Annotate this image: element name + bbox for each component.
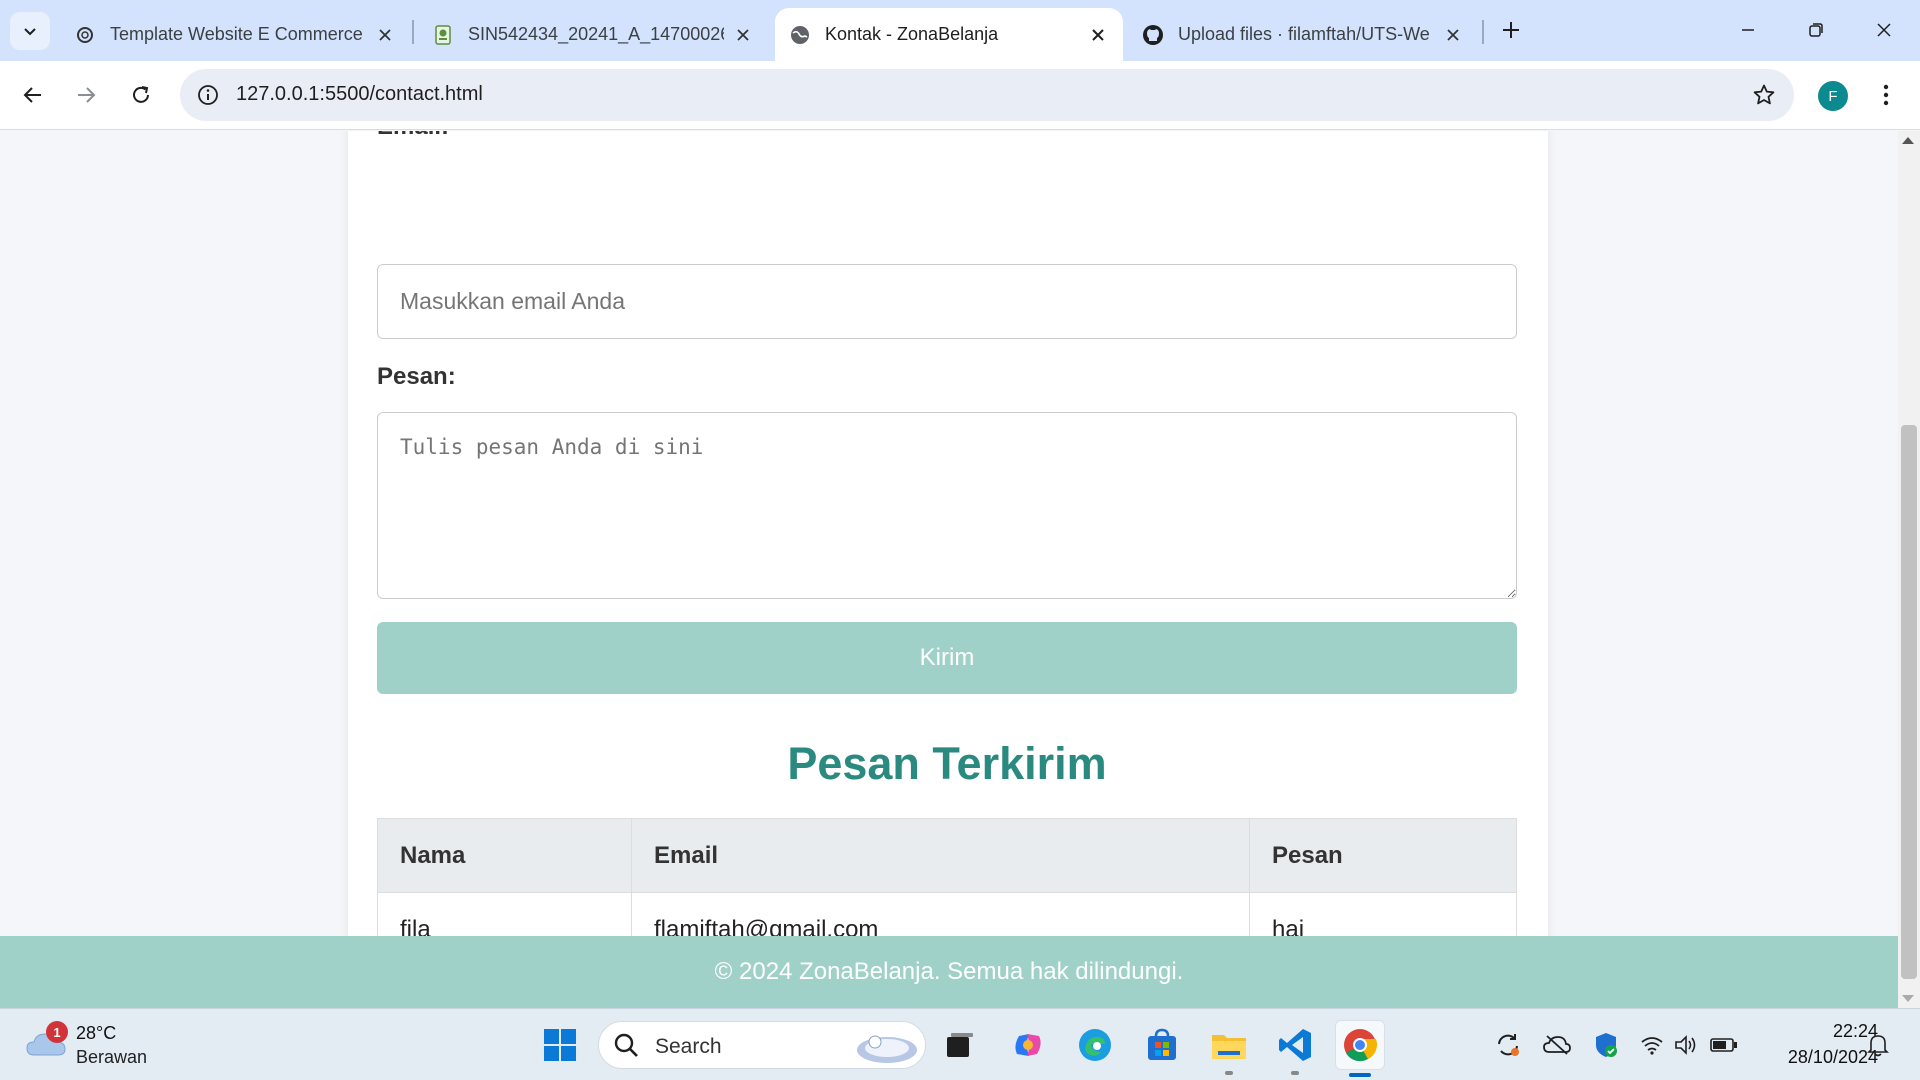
column-header-nama: Nama — [377, 818, 632, 893]
message-label: Pesan: — [377, 363, 456, 390]
edge-icon — [1079, 1029, 1111, 1061]
task-view-icon — [947, 1033, 973, 1057]
copilot-button[interactable] — [1006, 1023, 1050, 1067]
weather-condition: Berawan — [76, 1047, 148, 1067]
restore-button[interactable] — [1782, 0, 1850, 60]
taskbar-search-box[interactable]: Search — [598, 1021, 926, 1069]
weather-temperature: 28°C — [76, 1023, 117, 1043]
edge-button[interactable] — [1073, 1023, 1117, 1067]
page-viewport: Email: Pesan: Kirim Pesan Terkirim Nama … — [0, 131, 1898, 1008]
email-label: Email: — [377, 131, 449, 141]
close-icon[interactable] — [1442, 24, 1464, 46]
running-indicator — [1225, 1071, 1233, 1075]
email-input[interactable] — [377, 264, 1517, 339]
page-scrollbar[interactable] — [1898, 131, 1920, 1008]
task-view-button[interactable] — [938, 1023, 982, 1067]
new-tab-button[interactable] — [1493, 12, 1529, 48]
close-icon[interactable] — [374, 24, 396, 46]
file-explorer-button[interactable] — [1207, 1023, 1251, 1075]
tab-kontak-zonabelanja[interactable]: Kontak - ZonaBelanja — [775, 8, 1123, 61]
vscode-button[interactable] — [1273, 1023, 1317, 1075]
arrow-right-icon — [78, 87, 96, 103]
running-indicator — [1291, 1071, 1299, 1075]
plus-icon — [1503, 22, 1519, 38]
github-icon — [1142, 24, 1164, 46]
windows-taskbar: 1 28°C Berawan Search 22:24 28/10/2024 — [0, 1008, 1920, 1080]
security-shield-icon[interactable] — [1592, 1031, 1620, 1059]
tab-title: Template Website E Commerce — [110, 24, 363, 44]
search-icon — [614, 1033, 638, 1057]
volume-icon[interactable] — [1672, 1031, 1700, 1059]
tab-separator — [1482, 20, 1484, 44]
wifi-icon[interactable] — [1638, 1031, 1666, 1059]
profile-avatar[interactable]: F — [1818, 81, 1848, 111]
notification-bell-icon[interactable] — [1864, 1031, 1892, 1059]
tab-title: SIN542434_20241_A_14700026 — [468, 24, 724, 44]
message-textarea[interactable] — [377, 412, 1517, 599]
folder-icon — [1212, 1035, 1246, 1059]
notification-badge: 1 — [46, 1021, 68, 1043]
info-icon[interactable] — [192, 79, 224, 111]
site-footer: © 2024 ZonaBelanja. Semua hak dilindungi… — [0, 936, 1898, 1008]
start-button[interactable] — [538, 1023, 582, 1067]
column-header-pesan: Pesan — [1249, 818, 1517, 893]
close-icon[interactable] — [1087, 24, 1109, 46]
tab-separator — [412, 20, 414, 44]
column-header-email: Email — [631, 818, 1250, 893]
windows-logo-icon — [544, 1029, 576, 1061]
minimize-icon — [1742, 29, 1754, 31]
globe-icon — [789, 24, 811, 46]
back-button[interactable] — [13, 75, 53, 115]
restore-icon — [1809, 23, 1823, 37]
arrow-left-icon — [23, 87, 41, 103]
table-header-row: Nama Email Pesan — [377, 818, 1517, 893]
submit-button[interactable]: Kirim — [377, 622, 1517, 694]
copilot-icon — [1015, 1034, 1041, 1056]
tab-sin542434[interactable]: SIN542434_20241_A_14700026 — [418, 8, 768, 61]
search-placeholder: Search — [655, 1035, 722, 1058]
sent-messages-title: Pesan Terkirim — [787, 738, 1107, 789]
contact-card: Email: Pesan: Kirim Pesan Terkirim Nama … — [348, 131, 1548, 1008]
url-text: 127.0.0.1:5500/contact.html — [236, 83, 483, 105]
sync-icon[interactable] — [1494, 1031, 1522, 1059]
chrome-icon — [1344, 1029, 1378, 1062]
forward-button[interactable] — [66, 75, 106, 115]
tab-upload-files[interactable]: Upload files · filamftah/UTS-We — [1128, 8, 1478, 61]
browser-menu-button[interactable] — [1870, 75, 1902, 115]
tab-title: Upload files · filamftah/UTS-We — [1178, 24, 1430, 44]
store-icon — [1148, 1028, 1176, 1060]
weather-widget[interactable]: 1 28°C Berawan — [26, 1021, 166, 1069]
clock-date[interactable]: 28/10/2024 — [1760, 1047, 1878, 1068]
scroll-thumb[interactable] — [1901, 425, 1917, 979]
tab-template-website[interactable]: Template Website E Commerce — [60, 8, 410, 61]
reload-icon — [133, 86, 149, 103]
bookmark-star-icon[interactable] — [1748, 79, 1780, 111]
footer-copyright: © 2024 ZonaBelanja. Semua hak dilindungi… — [714, 958, 1184, 985]
university-logo-icon — [432, 24, 454, 46]
tab-search-button[interactable] — [10, 12, 50, 50]
reload-button[interactable] — [121, 75, 161, 115]
browser-tab-strip: Template Website E Commerce SIN542434_20… — [0, 0, 1920, 61]
browser-toolbar: 127.0.0.1:5500/contact.html F — [0, 61, 1920, 130]
scroll-up-arrow-icon[interactable] — [1902, 137, 1914, 144]
more-vertical-icon — [1883, 84, 1889, 106]
battery-icon[interactable] — [1710, 1031, 1738, 1059]
openai-icon — [74, 24, 96, 46]
minimize-button[interactable] — [1714, 0, 1782, 60]
close-icon — [1877, 23, 1891, 37]
microsoft-store-button[interactable] — [1140, 1023, 1184, 1067]
vscode-icon — [1279, 1029, 1311, 1061]
tab-title: Kontak - ZonaBelanja — [825, 24, 999, 44]
onedrive-icon[interactable] — [1543, 1031, 1571, 1059]
address-bar[interactable]: 127.0.0.1:5500/contact.html — [180, 69, 1794, 121]
close-icon[interactable] — [732, 24, 754, 46]
search-highlight-illustration-icon — [857, 1035, 917, 1063]
active-indicator — [1349, 1073, 1371, 1077]
chrome-button[interactable] — [1335, 1020, 1385, 1077]
close-window-button[interactable] — [1850, 0, 1918, 60]
scroll-down-arrow-icon[interactable] — [1902, 995, 1914, 1002]
chevron-down-icon — [24, 28, 36, 36]
